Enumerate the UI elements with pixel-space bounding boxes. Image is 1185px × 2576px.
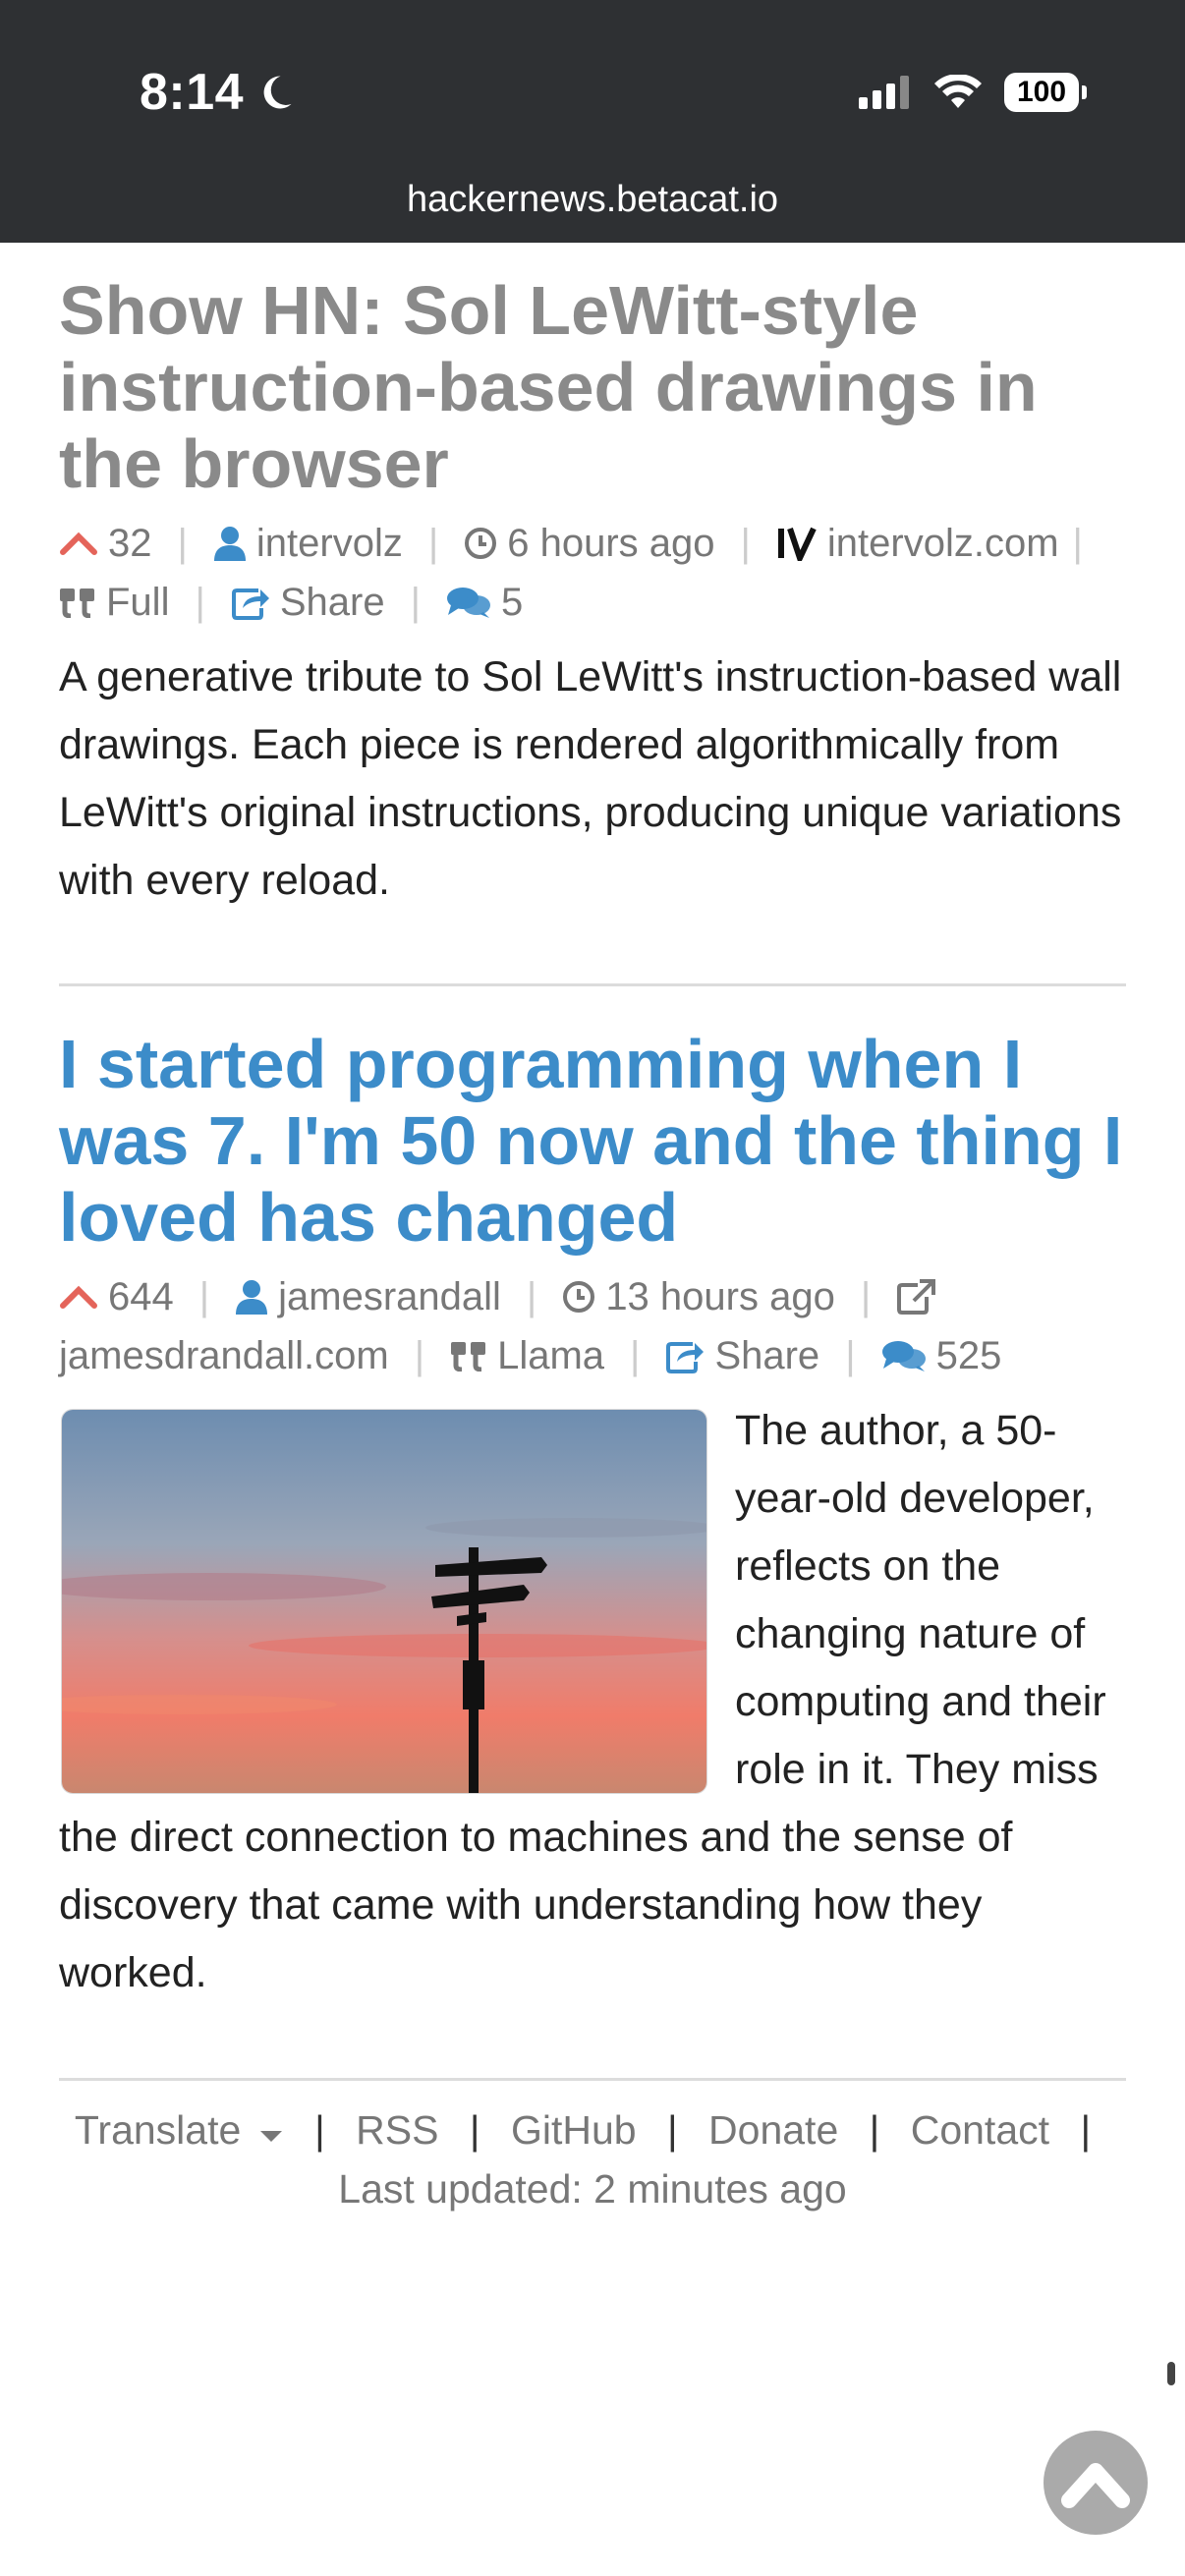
author-link[interactable]: intervolz [213,514,403,573]
footer-links: Translate | RSS | GitHub | Donate | Cont… [59,2100,1126,2159]
article-meta: 644 | jamesrandall | 13 hours ago | jame… [59,1267,1126,1385]
contact-link[interactable]: Contact [911,2107,1049,2153]
signpost-sunset-image [62,1410,706,1793]
last-updated: Last updated: 2 minutes ago [338,2166,847,2212]
battery-indicator: 100 [1004,73,1087,112]
meta-separator: | [630,1334,641,1377]
meta-separator: | [845,1334,856,1377]
chevron-up-icon [1061,2463,1130,2508]
translate-dropdown[interactable]: Translate [75,2107,295,2153]
article-summary: A generative tribute to Sol LeWitt's ins… [59,653,1122,904]
scrollbar[interactable] [1167,2362,1175,2385]
comments-link[interactable]: 5 [446,573,523,632]
github-link[interactable]: GitHub [511,2107,637,2153]
share-link[interactable]: Share [231,573,385,632]
news-list: Show HN: Sol LeWitt-style instruction-ba… [59,243,1126,2218]
post-age: 13 hours ago [562,1267,835,1326]
status-time: 8:14 [140,63,297,122]
user-icon [213,527,246,561]
article-summary-block: The author, a 50-year-old developer, ref… [59,1397,1126,2007]
comments-icon [446,588,490,618]
footer-separator: | [314,2107,325,2153]
status-icons: 100 [859,73,1087,112]
article-title[interactable]: I started programming when I was 7. I'm … [59,1026,1126,1256]
footer-separator: | [1080,2107,1092,2153]
meta-separator: | [198,1275,210,1318]
share-icon [666,1342,705,1373]
meta-separator: | [740,522,751,565]
intervolz-logo-icon [777,527,817,561]
domain-link[interactable]: jamesdrandall.com [59,1326,389,1385]
quote-icon [451,1342,486,1372]
meta-separator: | [410,581,421,624]
domain-link[interactable]: intervolz.com [776,514,1059,573]
meta-separator: | [177,522,188,565]
full-link[interactable]: Full [59,573,169,632]
share-link[interactable]: Share [665,1326,819,1385]
footer-separator: | [666,2107,678,2153]
share-icon [231,588,269,620]
meta-separator: | [526,1275,537,1318]
meta-separator: | [1072,522,1083,565]
rss-link[interactable]: RSS [356,2107,438,2153]
full-link[interactable]: Llama [450,1326,604,1385]
footer-separator: | [869,2107,880,2153]
moon-icon [263,76,292,109]
post-age: 6 hours ago [464,514,715,573]
external-link-icon [897,1279,936,1315]
clock-icon [465,528,497,559]
quote-icon [60,588,94,618]
article-item: Show HN: Sol LeWitt-style instruction-ba… [59,243,1126,915]
clock-icon [563,1281,595,1313]
footer: Translate | RSS | GitHub | Donate | Cont… [59,2081,1126,2218]
url-bar[interactable]: hackernews.betacat.io [0,179,1185,221]
upvote-icon [60,532,97,555]
article-item: I started programming when I was 7. I'm … [59,986,1126,2007]
back-to-top-button[interactable] [1044,2431,1148,2535]
browser-top-bar: 8:14 100 hackernews.betacat.io [0,0,1185,243]
author-link[interactable]: jamesrandall [235,1267,501,1326]
caret-down-icon [259,2131,282,2142]
article-title[interactable]: Show HN: Sol LeWitt-style instruction-ba… [59,272,1126,502]
battery-level: 100 [1016,76,1067,108]
upvote-count[interactable]: 32 [59,514,152,573]
meta-separator: | [860,1275,872,1318]
meta-separator: | [195,581,205,624]
donate-link[interactable]: Donate [708,2107,838,2153]
meta-separator: | [414,1334,425,1377]
comments-link[interactable]: 525 [881,1326,1001,1385]
meta-separator: | [427,522,439,565]
cellular-signal-icon [859,76,909,109]
external-link-button[interactable] [896,1279,936,1315]
footer-separator: | [469,2107,480,2153]
upvote-icon [60,1285,97,1309]
wifi-icon [934,75,982,108]
comments-icon [881,1341,926,1372]
article-thumbnail[interactable] [61,1409,707,1794]
user-icon [236,1280,268,1315]
clock-text: 8:14 [140,64,245,121]
article-meta: 32 | intervolz | 6 hours ago | intervolz… [59,514,1126,632]
upvote-count[interactable]: 644 [59,1267,174,1326]
